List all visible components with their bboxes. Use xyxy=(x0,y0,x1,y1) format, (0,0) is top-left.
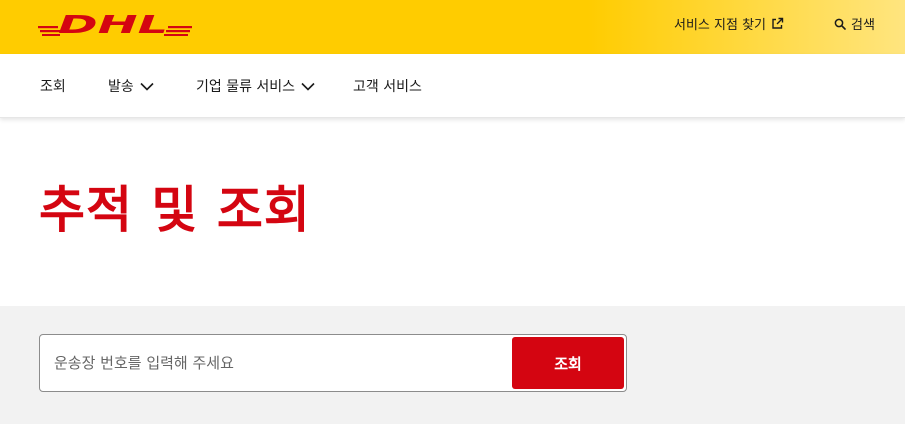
chevron-down-icon xyxy=(140,82,154,91)
service-points-label: 서비스 지점 찾기 xyxy=(674,18,766,33)
nav-item-track[interactable]: 조회 xyxy=(40,76,66,96)
page-title: 추적 및 조회 xyxy=(39,181,311,239)
svg-text:DHL: DHL xyxy=(58,12,168,36)
nav-item-label: 기업 물류 서비스 xyxy=(196,79,296,95)
tracking-search-box: 조회 xyxy=(39,334,627,392)
nav-item-business-logistics[interactable]: 기업 물류 서비스 xyxy=(196,76,315,96)
external-link-icon xyxy=(772,17,784,29)
nav-item-ship[interactable]: 발송 xyxy=(108,76,154,96)
nav-item-customer-service[interactable]: 고객 서비스 xyxy=(353,76,422,96)
dhl-logo[interactable]: DHL xyxy=(38,12,192,36)
top-bar: DHL 서비스 지점 찾기 검색 xyxy=(0,0,905,54)
search-label: 검색 xyxy=(851,18,875,33)
search-icon xyxy=(834,18,846,30)
header-search-button[interactable]: 검색 xyxy=(834,14,875,33)
nav-item-label: 고객 서비스 xyxy=(353,79,422,95)
tracking-number-input[interactable] xyxy=(54,345,504,381)
nav-item-label: 조회 xyxy=(40,79,66,95)
track-button[interactable]: 조회 xyxy=(512,337,624,389)
nav-item-label: 발송 xyxy=(108,79,134,95)
chevron-down-icon xyxy=(301,82,315,91)
service-points-link[interactable]: 서비스 지점 찾기 xyxy=(674,14,784,33)
main-navigation: 조회 발송 기업 물류 서비스 고객 서비스 xyxy=(0,54,905,118)
